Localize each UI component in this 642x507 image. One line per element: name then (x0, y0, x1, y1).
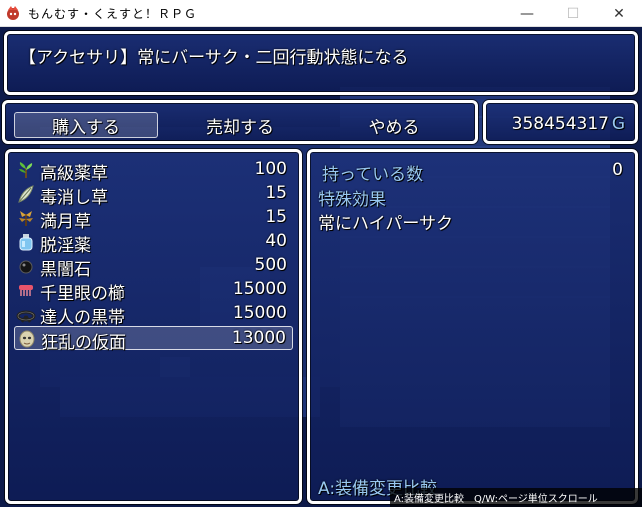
cancel-command[interactable]: やめる (322, 112, 466, 138)
moon-grass-icon (19, 211, 33, 226)
sell-command-label: 売却する (206, 117, 274, 138)
control-hint-text: A:装備変更比較 Q/W:ページ単位スクロール (394, 494, 598, 505)
close-button[interactable]: ✕ (596, 0, 642, 27)
item-name: 脱淫薬 (40, 236, 91, 256)
app-icon (7, 6, 19, 20)
shop-command-window: 購入する 売却する やめる (2, 100, 478, 144)
black-belt-icon (16, 310, 36, 323)
window-title: もんむす・くえすと！ＲＰＧ (28, 6, 198, 21)
gold-unit: G (611, 114, 625, 134)
item-price: 13000 (231, 328, 286, 348)
item-price: 100 (254, 159, 287, 179)
game-screen: 【アクセサリ】常にバーサク・二回行動状態になる 購入する 売却する やめる 35… (0, 27, 642, 507)
item-price: 40 (265, 231, 287, 251)
list-item[interactable]: 黒闇石 500 (14, 254, 293, 280)
item-name: 高級薬草 (40, 164, 108, 184)
leaf-icon (18, 185, 34, 203)
mask-icon (19, 330, 35, 348)
item-name: 千里眼の櫛 (40, 284, 125, 304)
list-item[interactable]: 満月草 15 (14, 206, 293, 232)
item-price: 500 (254, 255, 287, 275)
maximize-button[interactable]: ☐ (550, 0, 596, 27)
potion-bottle-icon (19, 234, 33, 251)
item-name: 狂乱の仮面 (41, 333, 126, 353)
shop-item-list: 高級薬草 100 毒消し草 15 満月草 15 脱淫薬 40 黒闇石 500 千… (5, 149, 302, 504)
special-effect-label: 特殊効果 (318, 190, 386, 210)
list-item[interactable]: 毒消し草 15 (14, 182, 293, 208)
item-name: 毒消し草 (40, 188, 108, 208)
list-item[interactable]: 高級薬草 100 (14, 158, 293, 184)
item-description: 【アクセサリ】常にバーサク・二回行動状態になる (19, 48, 409, 68)
comb-icon (19, 285, 33, 296)
item-price: 15000 (232, 279, 287, 299)
item-price: 15 (265, 207, 287, 227)
possession-label: 持っている数 (322, 165, 424, 185)
list-item-selected[interactable]: 狂乱の仮面 13000 (14, 326, 293, 353)
item-price: 15 (265, 183, 287, 203)
black-stone-icon (19, 260, 33, 274)
buy-command[interactable]: 購入する (14, 112, 158, 138)
sell-command[interactable]: 売却する (168, 112, 312, 138)
window-titlebar: もんむす・くえすと！ＲＰＧ — ☐ ✕ (0, 0, 642, 27)
item-name: 達人の黒帯 (40, 308, 125, 328)
gold-amount: 358454317 (511, 114, 609, 134)
list-item[interactable]: 脱淫薬 40 (14, 230, 293, 256)
gold-window: 358454317 G (483, 100, 638, 144)
list-item[interactable]: 達人の黒帯 15000 (14, 302, 293, 328)
list-item[interactable]: 千里眼の櫛 15000 (14, 278, 293, 304)
help-window: 【アクセサリ】常にバーサク・二回行動状態になる (4, 31, 638, 95)
cancel-command-label: やめる (368, 117, 420, 138)
minimize-button[interactable]: — (504, 0, 550, 27)
special-effect-text: 常にハイパーサク (318, 214, 453, 234)
herb-icon (19, 162, 33, 178)
item-status-window: 持っている数 0 特殊効果 常にハイパーサク A:装備変更比較 (307, 149, 638, 504)
possession-count: 0 (612, 160, 623, 180)
buy-command-label: 購入する (52, 117, 120, 138)
item-price: 15000 (232, 303, 287, 323)
control-hint-bar: A:装備変更比較 Q/W:ページ単位スクロール (390, 488, 642, 507)
item-name: 黒闇石 (40, 260, 91, 280)
item-name: 満月草 (40, 212, 91, 232)
